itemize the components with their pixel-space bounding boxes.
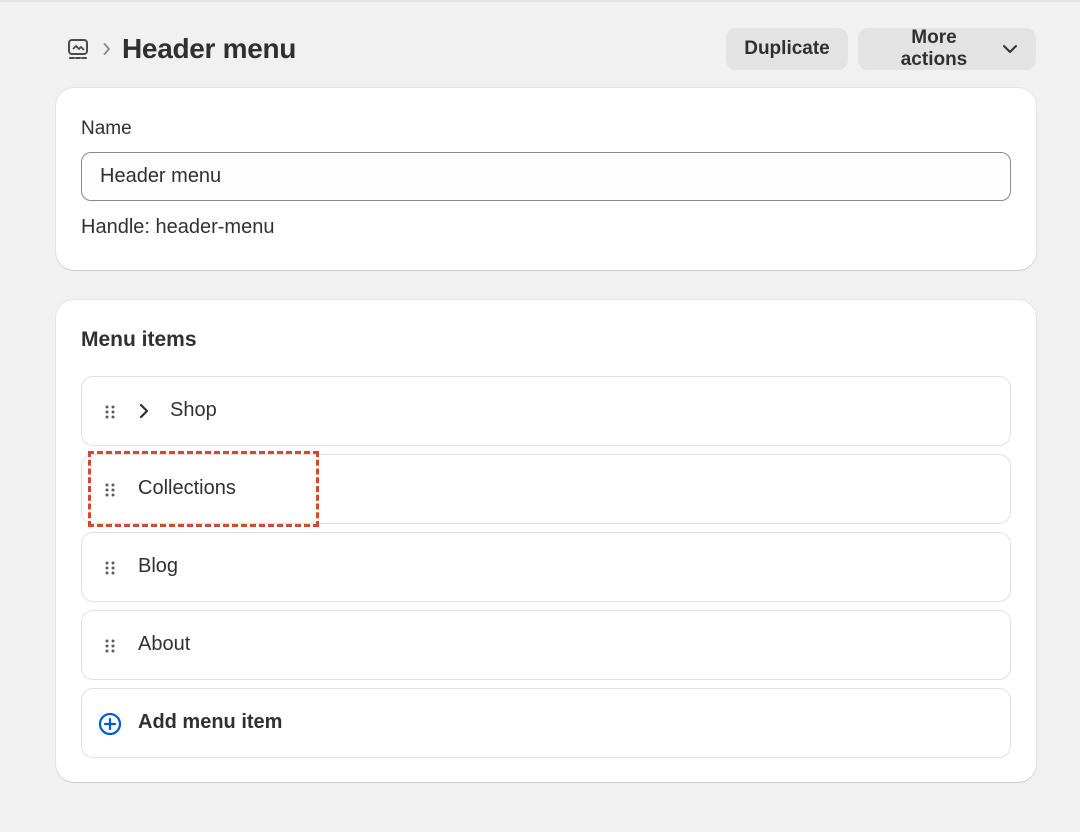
page-header: Header menu Duplicate More actions [56,26,1036,72]
menu-navigation-icon[interactable] [66,37,90,61]
menu-item-label: Blog [138,555,179,577]
page-title: Header menu [122,33,297,64]
name-card: Name Handle: header-menu [56,88,1036,270]
chevron-down-icon [1002,44,1018,54]
title-group: Header menu [56,33,296,65]
menu-item-blog[interactable]: Blog [81,532,1011,602]
drag-handle-icon[interactable] [104,404,116,420]
drag-handle-icon[interactable] [104,482,116,498]
menu-items-title: Menu items [81,328,197,351]
name-input[interactable] [81,152,1011,201]
plus-circle-icon [98,712,122,736]
add-menu-item-label: Add menu item [138,711,283,733]
name-label: Name [81,118,132,139]
menu-item-label: Collections [138,477,236,499]
handle-text: Handle: header-menu [81,216,275,238]
drag-handle-icon[interactable] [104,638,116,654]
menu-items-card: Menu items Shop Collections Blog About A… [56,300,1036,782]
more-actions-label: More actions [900,27,968,70]
duplicate-button[interactable]: Duplicate [726,28,848,70]
chevron-right-icon[interactable] [134,401,154,421]
menu-item-label: Shop [170,399,217,421]
header-actions: Duplicate More actions [726,27,1036,70]
more-actions-button[interactable]: More actions [858,27,1036,70]
chevron-right-icon [102,41,112,57]
menu-item-shop[interactable]: Shop [81,376,1011,446]
menu-item-about[interactable]: About [81,610,1011,680]
menu-item-collections[interactable]: Collections [81,451,1011,527]
add-menu-item-button[interactable]: Add menu item [81,688,1011,758]
drag-handle-icon[interactable] [104,560,116,576]
menu-item-label: About [138,633,191,655]
